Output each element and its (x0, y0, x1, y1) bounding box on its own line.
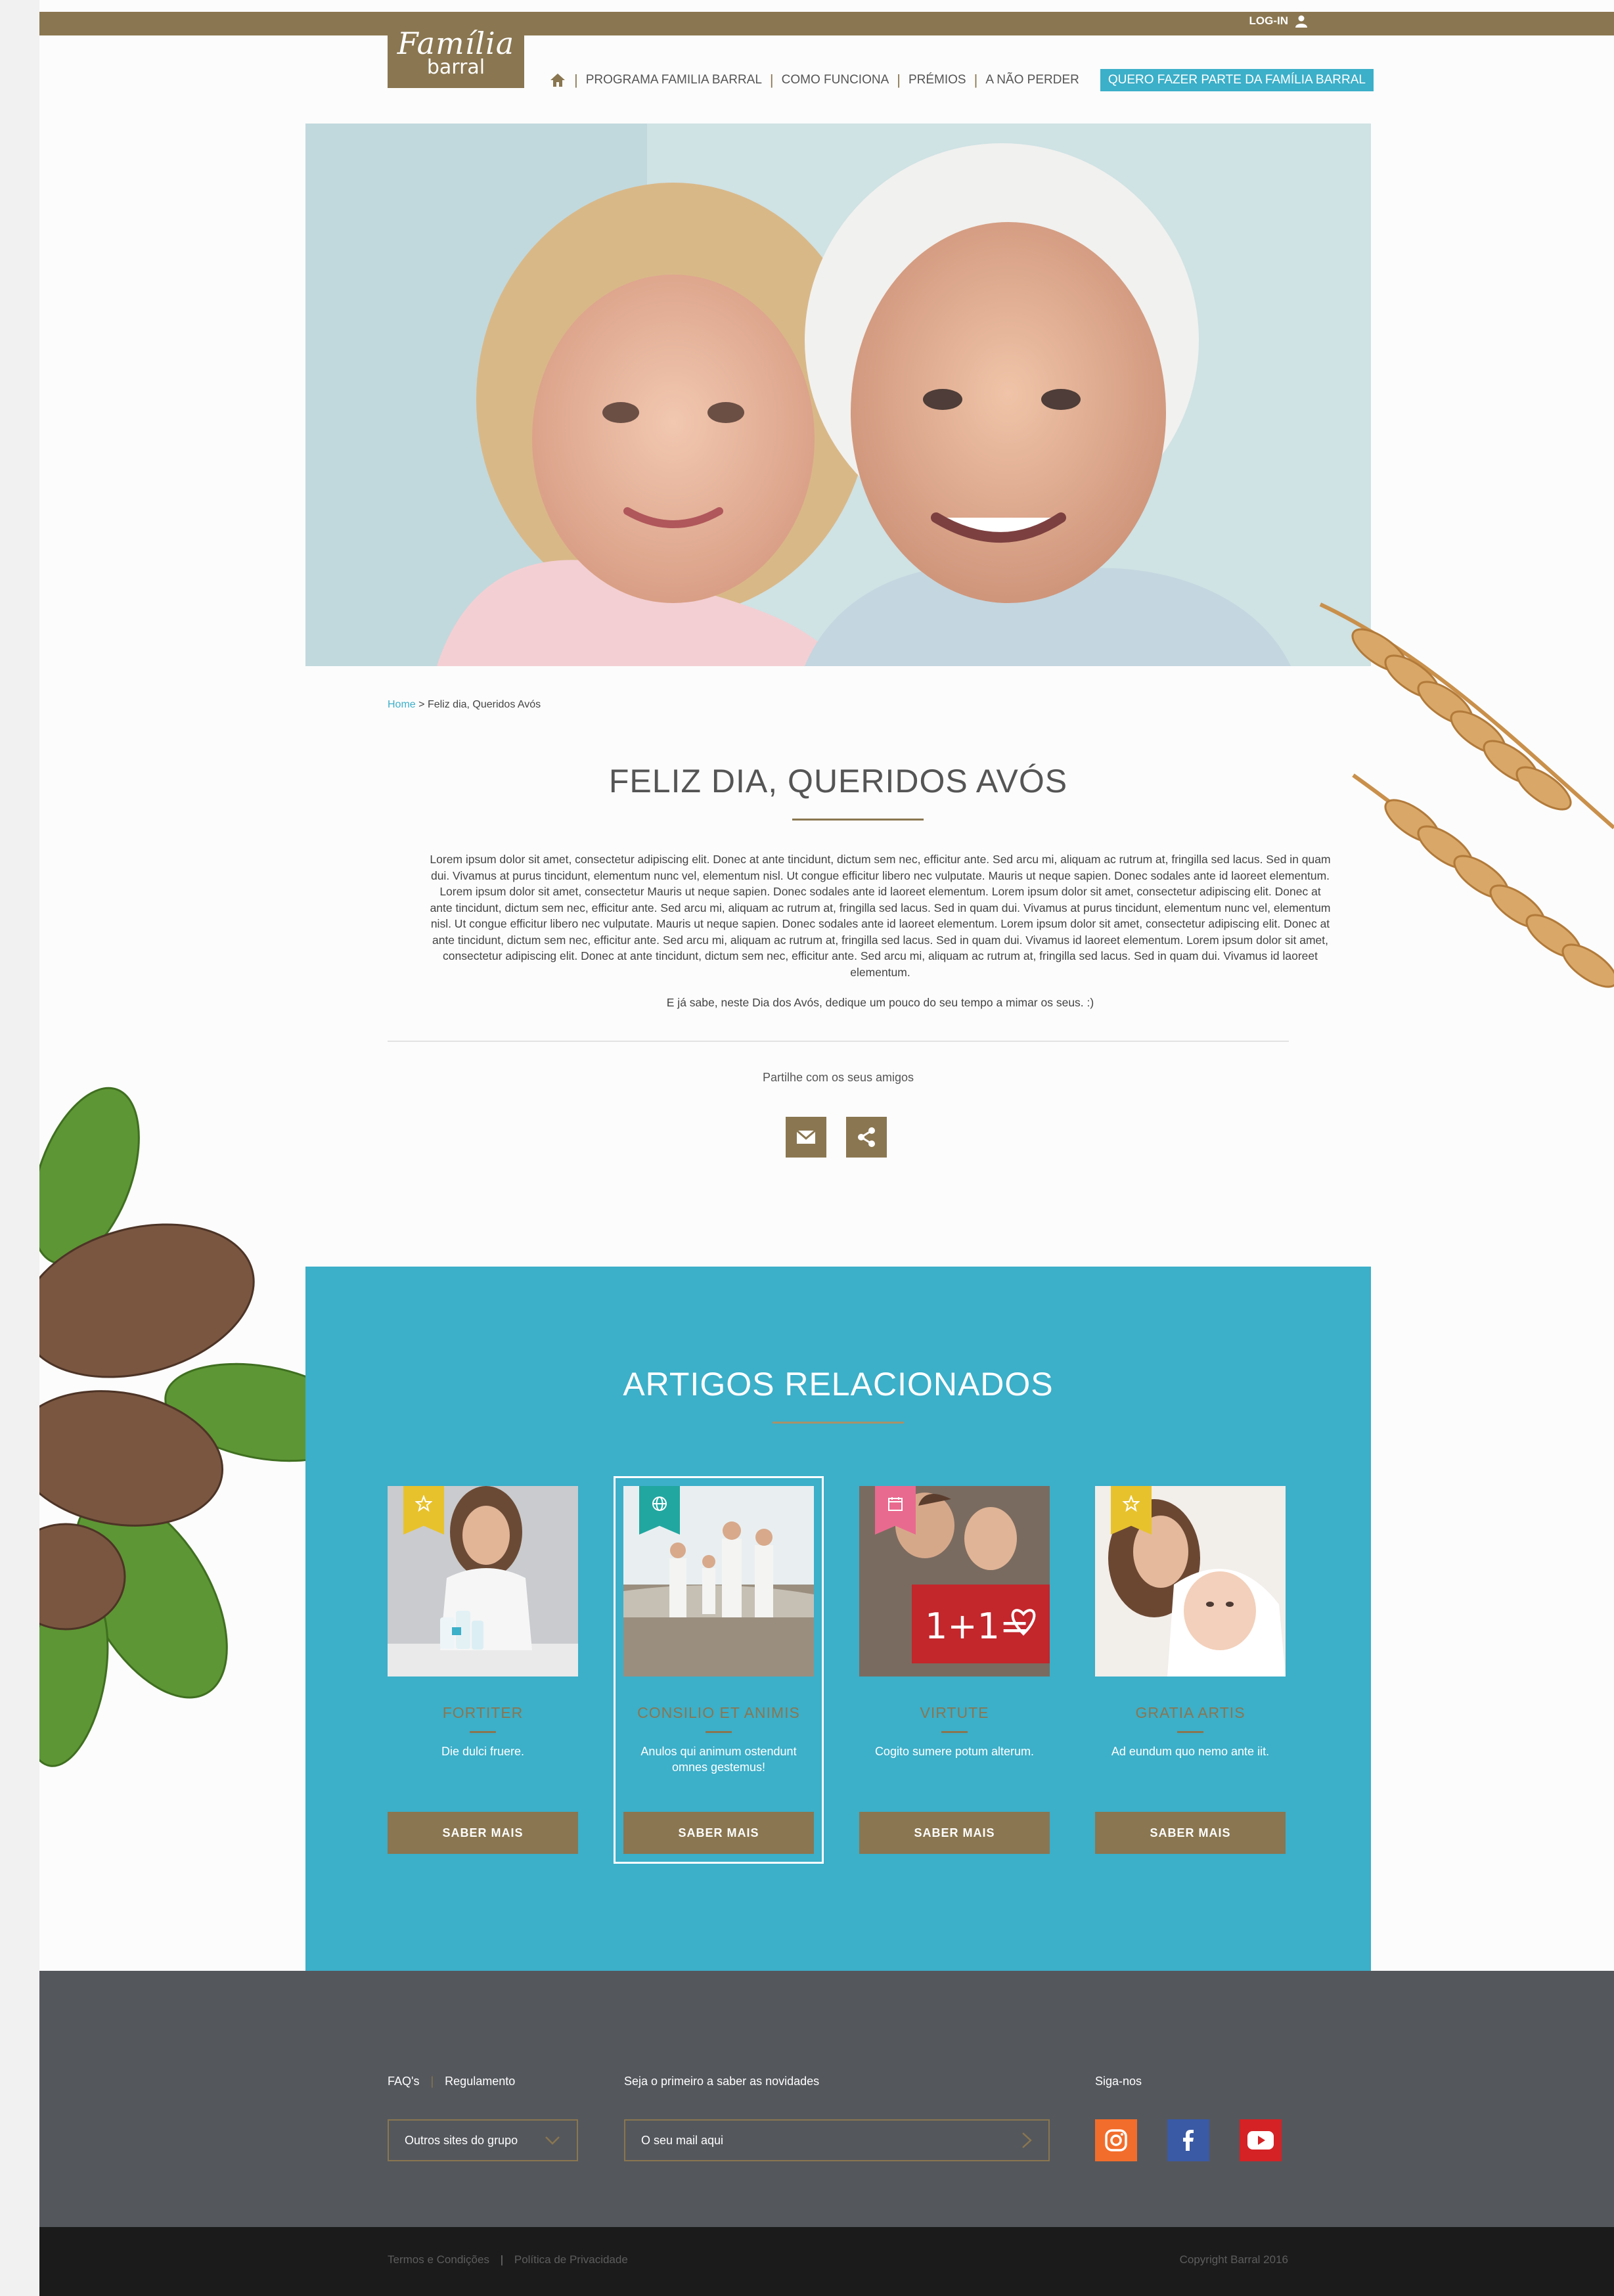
hero-image (305, 124, 1371, 666)
legal-separator: | (500, 2253, 504, 2266)
follow-label: Siga-nos (1095, 2075, 1142, 2088)
nav-premios[interactable]: PRÉMIOS (908, 73, 966, 87)
chevron-down-icon (545, 2136, 560, 2145)
wheat-decoration (1319, 602, 1614, 988)
card-text: Die dulci fruere. (441, 1745, 525, 1758)
breadcrumb: Home > Feliz dia, Queridos Avós (388, 699, 541, 711)
card-text: Cogito sumere potum alterum. (874, 1745, 1035, 1758)
nav-separator: | (974, 72, 978, 88)
saber-mais-button[interactable]: SABER MAIS (1095, 1812, 1286, 1854)
copyright: Copyright Barral 2016 (1179, 2253, 1288, 2266)
card-underline (1177, 1731, 1203, 1733)
related-title: ARTIGOS RELACIONADOS (623, 1366, 1054, 1403)
card-image (1095, 1486, 1286, 1677)
title-underline (792, 819, 924, 821)
terms-link[interactable]: Termos e Condições (388, 2253, 489, 2266)
star-icon (415, 1495, 432, 1512)
social-links (1095, 2119, 1282, 2161)
saber-mais-button[interactable]: SABER MAIS (623, 1812, 814, 1854)
newsletter-form (624, 2119, 1050, 2161)
top-bar: LOG-IN (39, 12, 1614, 35)
article-card[interactable]: FORTITER Die dulci fruere. SABER MAIS (388, 1486, 578, 1854)
nav-separator: | (897, 72, 901, 88)
article-body: Lorem ipsum dolor sit amet, consectetur … (427, 851, 1334, 1025)
card-underline (470, 1731, 496, 1733)
share-icon (858, 1127, 875, 1147)
youtube-icon (1247, 2131, 1274, 2150)
hero-photo (305, 124, 1371, 666)
main-nav: | PROGRAMA FAMILIA BARRAL | COMO FUNCION… (549, 69, 1374, 91)
share-email-button[interactable] (786, 1117, 826, 1158)
instagram-icon (1105, 2129, 1127, 2151)
card-title: VIRTUTE (920, 1704, 989, 1721)
breadcrumb-home[interactable]: Home (388, 699, 416, 710)
nav-separator: | (769, 72, 774, 88)
saber-mais-button[interactable]: SABER MAIS (388, 1812, 578, 1854)
footer-links: FAQ's | Regulamento (388, 2075, 515, 2088)
footer-separator: | (430, 2075, 434, 2088)
page: LOG-IN Família barral | PROGRAMA FAMILIA… (39, 0, 1614, 2296)
privacy-link[interactable]: Política de Privacidade (514, 2253, 628, 2266)
email-input[interactable] (641, 2133, 1009, 2148)
card-underline (941, 1731, 968, 1733)
login-label: LOG-IN (1249, 14, 1289, 27)
share-buttons (786, 1117, 887, 1158)
globe-icon (652, 1497, 667, 1511)
newsletter-label: Seja o primeiro a saber as novidades (624, 2075, 820, 2088)
breadcrumb-separator: > (418, 699, 425, 710)
nav-programa[interactable]: PROGRAMA FAMILIA BARRAL (586, 73, 762, 87)
card-image (623, 1486, 814, 1677)
facebook-icon (1183, 2130, 1194, 2151)
group-sites-value: Outros sites do grupo (405, 2133, 518, 2147)
saber-mais-button[interactable]: SABER MAIS (859, 1812, 1050, 1854)
article-card[interactable]: 1+1= VIRTUTE Cogito sumere potum alterum… (859, 1486, 1050, 1854)
regulamento-link[interactable]: Regulamento (445, 2075, 515, 2088)
related-articles-section: ARTIGOS RELACIONADOS FORTITER Die dulci … (305, 1267, 1371, 1971)
faqs-link[interactable]: FAQ's (388, 2075, 419, 2088)
home-icon[interactable] (549, 72, 566, 88)
legal-bar: Termos e Condições | Política de Privaci… (39, 2227, 1614, 2296)
youtube-button[interactable] (1240, 2119, 1282, 2161)
card-title: FORTITER (442, 1704, 524, 1721)
cocoa-leaves-decoration (39, 1087, 342, 1767)
logo[interactable]: Família barral (388, 25, 524, 88)
legal-links: Termos e Condições | Política de Privaci… (388, 2253, 628, 2266)
envelope-icon (796, 1129, 816, 1144)
join-cta-button[interactable]: QUERO FAZER PARTE DA FAMÍLIA BARRAL (1100, 69, 1374, 91)
card-underline (706, 1731, 732, 1733)
card-text: Anulos qui animum ostendunt omnes gestem… (640, 1745, 797, 1774)
user-icon (1295, 15, 1307, 28)
article-card[interactable]: CONSILIO ET ANIMIS Anulos qui animum ost… (614, 1476, 824, 1864)
star-icon (1123, 1495, 1140, 1512)
share-label: Partilhe com os seus amigos (762, 1071, 914, 1084)
page-title: FELIZ DIA, QUERIDOS AVÓS (608, 763, 1068, 799)
share-button[interactable] (846, 1117, 887, 1158)
facebook-button[interactable] (1167, 2119, 1209, 2161)
card-text: Ad eundum quo nemo ante iit. (1111, 1745, 1270, 1758)
card-title: GRATIA ARTIS (1135, 1704, 1245, 1721)
article-card[interactable]: GRATIA ARTIS Ad eundum quo nemo ante iit… (1095, 1486, 1286, 1854)
nav-a-nao-perder[interactable]: A NÃO PERDER (985, 73, 1079, 87)
breadcrumb-current: Feliz dia, Queridos Avós (427, 699, 541, 710)
chevron-right-icon[interactable] (1021, 2131, 1033, 2150)
article-closing: E já sabe, neste Dia dos Avós, dedique u… (666, 996, 1094, 1009)
card-image (388, 1486, 578, 1677)
group-sites-select[interactable]: Outros sites do grupo (388, 2119, 578, 2161)
footer: FAQ's | Regulamento Seja o primeiro a sa… (39, 1971, 1614, 2227)
divider (388, 1041, 1289, 1042)
related-underline (773, 1422, 904, 1424)
card-title: CONSILIO ET ANIMIS (637, 1704, 800, 1721)
login-link[interactable]: LOG-IN (1249, 14, 1309, 28)
calendar-icon (888, 1497, 903, 1511)
instagram-button[interactable] (1095, 2119, 1137, 2161)
nav-como-funciona[interactable]: COMO FUNCIONA (782, 73, 889, 87)
article-paragraph: Lorem ipsum dolor sit amet, consectetur … (430, 853, 1331, 979)
nav-separator: | (574, 72, 578, 88)
card-image: 1+1= (859, 1486, 1050, 1677)
